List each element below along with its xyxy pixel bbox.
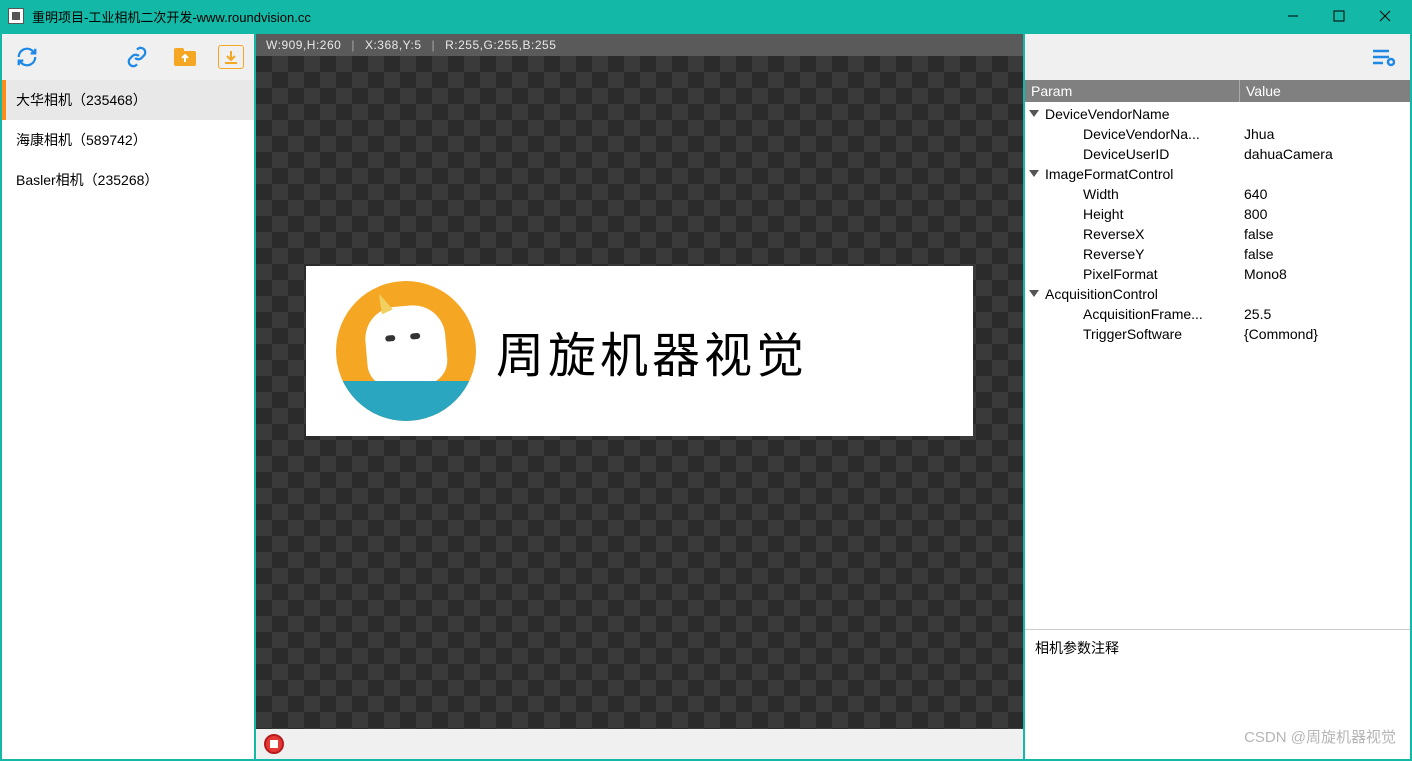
param-value[interactable]: dahuaCamera (1240, 146, 1410, 162)
close-button[interactable] (1362, 0, 1408, 32)
image-viewer: W:909,H:260 | X:368,Y:5 | R:255,G:255,B:… (256, 34, 1025, 759)
minimize-button[interactable] (1270, 0, 1316, 32)
link-button[interactable] (122, 42, 152, 72)
window-title: 重明项目-工业相机二次开发-www.roundvision.cc (32, 7, 1270, 26)
camera-sidebar: 大华相机（235468）海康相机（589742）Basler相机（235268） (2, 34, 256, 759)
logo-icon (336, 281, 476, 421)
image-banner: 周旋机器视觉 (306, 266, 973, 436)
param-header: Param Value (1025, 80, 1410, 102)
param-name: TriggerSoftware (1025, 326, 1240, 342)
param-name: ImageFormatControl (1025, 166, 1240, 182)
annotation-box: 相机参数注释 (1025, 629, 1410, 759)
refresh-button[interactable] (12, 42, 42, 72)
camera-list: 大华相机（235468）海康相机（589742）Basler相机（235268） (2, 80, 254, 759)
param-value[interactable]: Jhua (1240, 126, 1410, 142)
record-button[interactable] (264, 734, 284, 754)
param-row[interactable]: DeviceVendorNa...Jhua (1025, 124, 1410, 144)
param-table: Param Value DeviceVendorName DeviceVendor… (1025, 80, 1410, 629)
parameter-panel: Param Value DeviceVendorName DeviceVendor… (1025, 34, 1410, 759)
titlebar: 重明项目-工业相机二次开发-www.roundvision.cc (0, 0, 1412, 32)
param-row[interactable]: TriggerSoftware{Commond} (1025, 324, 1410, 344)
expand-icon[interactable] (1029, 110, 1039, 117)
param-row[interactable]: Width640 (1025, 184, 1410, 204)
param-row[interactable]: AcquisitionControl (1025, 284, 1410, 304)
right-toolbar (1025, 34, 1410, 80)
param-row[interactable]: DeviceUserIDdahuaCamera (1025, 144, 1410, 164)
expand-icon[interactable] (1029, 290, 1039, 297)
annotation-text: 相机参数注释 (1035, 640, 1119, 656)
param-value[interactable]: 800 (1240, 206, 1410, 222)
param-name: ReverseX (1025, 226, 1240, 242)
param-row[interactable]: AcquisitionFrame...25.5 (1025, 304, 1410, 324)
expand-icon[interactable] (1029, 170, 1039, 177)
param-value[interactable]: false (1240, 246, 1410, 262)
upload-button[interactable] (170, 42, 200, 72)
info-color: R:255,G:255,B:255 (445, 38, 556, 52)
app-icon (8, 8, 24, 24)
viewer-infobar: W:909,H:260 | X:368,Y:5 | R:255,G:255,B:… (256, 34, 1023, 56)
content-wrapper: 大华相机（235468）海康相机（589742）Basler相机（235268）… (0, 32, 1412, 761)
param-name: AcquisitionFrame... (1025, 306, 1240, 322)
param-name: DeviceUserID (1025, 146, 1240, 162)
banner-text: 周旋机器视觉 (496, 316, 808, 386)
camera-item[interactable]: 海康相机（589742） (2, 120, 254, 160)
param-value[interactable]: {Commond} (1240, 326, 1410, 342)
param-value[interactable]: false (1240, 226, 1410, 242)
window-buttons (1270, 0, 1408, 32)
camera-item[interactable]: 大华相机（235468） (2, 80, 254, 120)
param-name: ReverseY (1025, 246, 1240, 262)
sidebar-toolbar (2, 34, 254, 80)
canvas-area[interactable]: 周旋机器视觉 (256, 56, 1023, 729)
param-value[interactable]: Mono8 (1240, 266, 1410, 282)
download-button[interactable] (218, 45, 244, 69)
header-param[interactable]: Param (1025, 80, 1240, 102)
header-value[interactable]: Value (1240, 80, 1410, 102)
info-position: X:368,Y:5 (365, 38, 422, 52)
param-body: DeviceVendorNameDeviceVendorNa...JhuaDev… (1025, 102, 1410, 346)
param-row[interactable]: ImageFormatControl (1025, 164, 1410, 184)
param-name: Width (1025, 186, 1240, 202)
filter-button[interactable] (1368, 42, 1398, 72)
param-row[interactable]: Height800 (1025, 204, 1410, 224)
param-value[interactable]: 25.5 (1240, 306, 1410, 322)
param-row[interactable]: DeviceVendorName (1025, 104, 1410, 124)
param-row[interactable]: PixelFormatMono8 (1025, 264, 1410, 284)
param-name: Height (1025, 206, 1240, 222)
param-name: PixelFormat (1025, 266, 1240, 282)
viewer-bottom-bar (256, 729, 1023, 759)
param-value[interactable]: 640 (1240, 186, 1410, 202)
param-name: DeviceVendorNa... (1025, 126, 1240, 142)
info-size: W:909,H:260 (266, 38, 341, 52)
camera-item[interactable]: Basler相机（235268） (2, 160, 254, 200)
param-name: DeviceVendorName (1025, 106, 1240, 122)
param-name: AcquisitionControl (1025, 286, 1240, 302)
param-row[interactable]: ReverseXfalse (1025, 224, 1410, 244)
param-row[interactable]: ReverseYfalse (1025, 244, 1410, 264)
maximize-button[interactable] (1316, 0, 1362, 32)
